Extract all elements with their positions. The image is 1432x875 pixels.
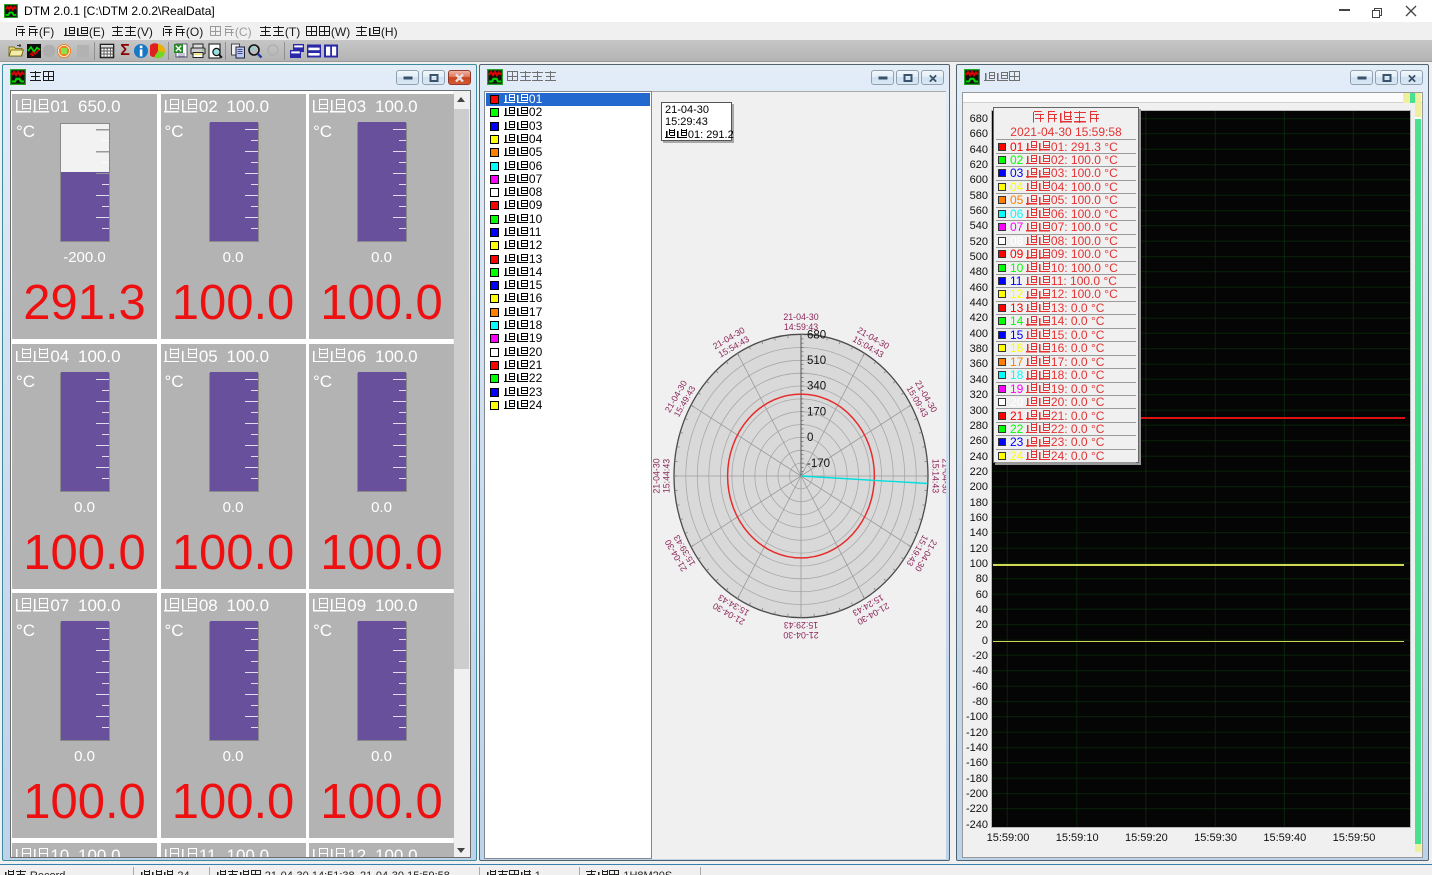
svg-text:170: 170 <box>807 406 826 418</box>
svg-text:21-04-30: 21-04-30 <box>652 458 662 493</box>
svg-text:15:14:43: 15:14:43 <box>931 459 941 493</box>
svg-text:21-04-30: 21-04-30 <box>783 312 818 322</box>
svg-text:0: 0 <box>807 432 813 444</box>
svg-text:-170: -170 <box>807 458 830 470</box>
svg-text:340: 340 <box>807 381 826 393</box>
svg-text:21-04-30: 21-04-30 <box>783 630 818 640</box>
svg-text:14:59:43: 14:59:43 <box>784 322 818 332</box>
svg-text:15:44:43: 15:44:43 <box>662 459 672 493</box>
svg-text:510: 510 <box>807 355 826 367</box>
svg-text:15:29:43: 15:29:43 <box>784 620 818 630</box>
